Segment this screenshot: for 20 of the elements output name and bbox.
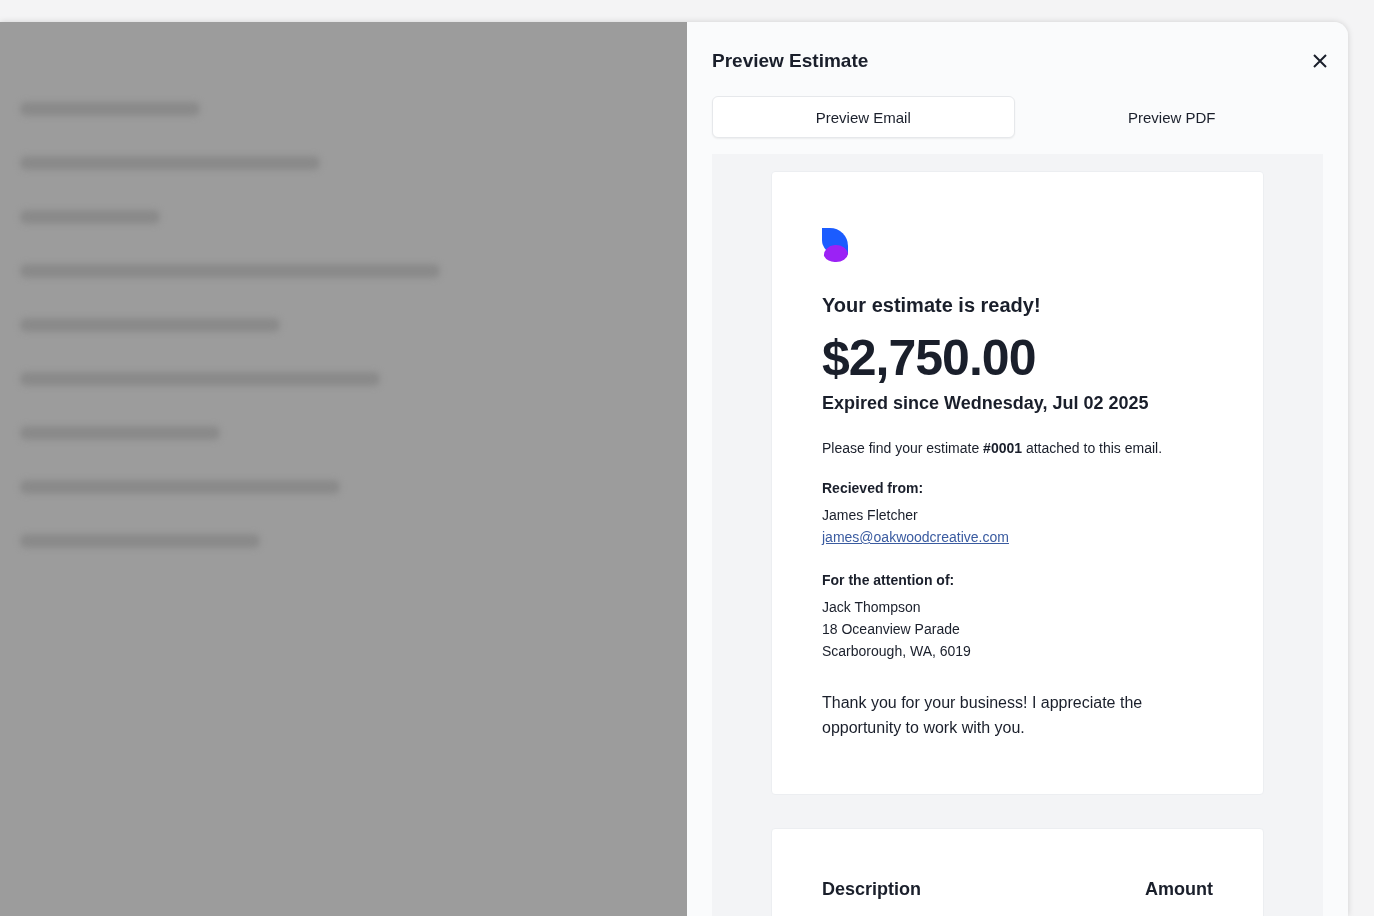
column-header: Amount — [1145, 879, 1213, 900]
column-header: Description — [822, 879, 922, 900]
estimate-amount: $2,750.00 — [822, 329, 1037, 387]
close-icon — [1312, 53, 1328, 69]
address-line: Jack Thompson — [822, 598, 922, 617]
logo-icon — [822, 228, 850, 262]
email-heading: Your estimate is ready! — [822, 294, 1042, 317]
address-line: Scarborough, WA, 6019 — [822, 642, 972, 661]
preview-tab[interactable]: Preview PDF — [1020, 96, 1323, 138]
closing-message: Thank you for your business! I appreciate the opportunity to work with you. — [822, 693, 1144, 738]
address-line: James Fletcher — [822, 506, 919, 525]
address-line: 18 Oceanview Parade — [822, 620, 961, 639]
close-button[interactable] — [1312, 53, 1328, 69]
preview-tab[interactable]: Preview Email — [712, 96, 1015, 138]
expiry-date: Expired since Wednesday, Jul 02 2025 — [822, 393, 1150, 414]
email-message: Please find your estimate #0001 attached to this email. — [822, 440, 1164, 456]
dialog-title: Preview Estimate — [712, 50, 869, 72]
section-title: For the attention of: — [822, 572, 956, 588]
email-link[interactable]: james@oakwoodcreative.com — [822, 526, 1009, 548]
section-title: Recieved from: — [822, 480, 925, 496]
